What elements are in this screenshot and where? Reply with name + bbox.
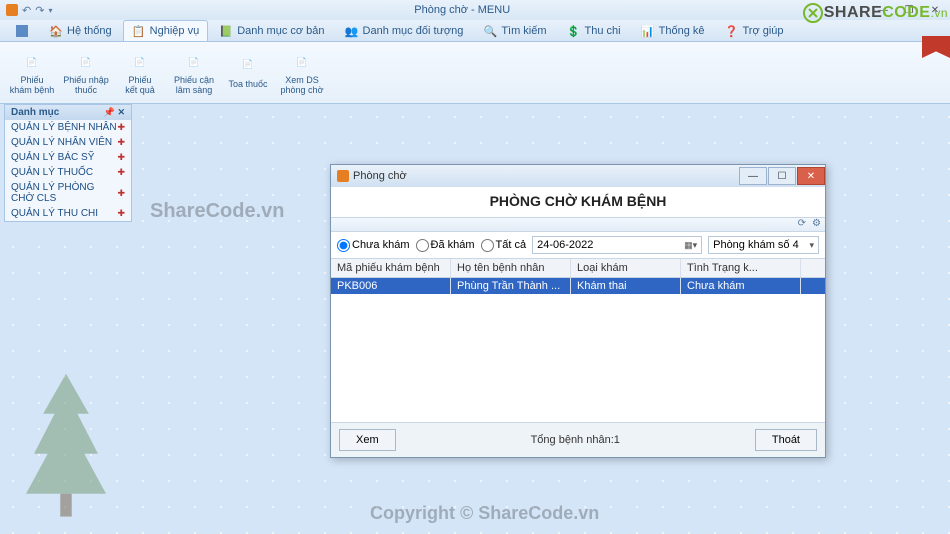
result-icon: 📄 <box>126 50 154 74</box>
side-thu-chi[interactable]: QUẢN LÝ THU CHI✚ <box>5 206 131 221</box>
window-title: Phòng chờ - MENU <box>52 4 872 16</box>
xem-button[interactable]: Xem <box>339 429 396 451</box>
side-nhan-vien[interactable]: QUẢN LÝ NHÂN VIÊN✚ <box>5 135 131 150</box>
chart-icon: 📊 <box>641 24 655 38</box>
pill-form-icon: 📄 <box>72 50 100 74</box>
dialog-filters: Chưa khám Đã khám Tất cả 24-06-2022▦▾ Ph… <box>331 232 825 259</box>
dialog-icon <box>337 170 349 182</box>
dialog-titlebar[interactable]: Phòng chờ ― ☐ ✕ <box>331 165 825 187</box>
tab-tro-giup[interactable]: ❓Trợ giúp <box>716 20 793 41</box>
dialog-phong-cho: Phòng chờ ― ☐ ✕ PHÒNG CHỜ KHÁM BỆNH ⟳ ⚙ … <box>330 164 826 458</box>
chevron-down-icon: ▾ <box>809 240 814 251</box>
tab-danh-muc-doi-tuong[interactable]: 👥Danh mục đối tượng <box>336 20 473 41</box>
qat-undo-icon[interactable]: ↶ <box>22 4 31 17</box>
app-icon <box>6 4 18 16</box>
ribbon-body: 📄Phiếukhám bệnh 📄Phiếu nhậpthuốc 📄Phiếuk… <box>0 42 950 104</box>
side-bac-sy[interactable]: QUẢN LÝ BÁC SỸ✚ <box>5 150 131 165</box>
clipboard-icon: 📋 <box>132 24 146 38</box>
tab-he-thong[interactable]: 🏠Hệ thống <box>40 20 121 41</box>
btn-phieu-nhap-thuoc[interactable]: 📄Phiếu nhậpthuốc <box>60 46 112 99</box>
dialog-toolbar: ⟳ ⚙ <box>331 218 825 232</box>
medical-icon: ✚ <box>117 137 125 148</box>
home-icon: 🏠 <box>49 24 63 38</box>
medical-icon: ✚ <box>117 208 125 219</box>
medical-icon: ✚ <box>117 122 125 133</box>
dialog-title: Phòng chờ <box>353 170 407 182</box>
date-picker[interactable]: 24-06-2022▦▾ <box>532 236 702 254</box>
col-ho-ten[interactable]: Họ tên bệnh nhân <box>451 259 571 277</box>
tab-thu-chi[interactable]: 💲Thu chi <box>558 20 630 41</box>
total-label: Tổng bệnh nhân:1 <box>396 434 755 446</box>
book-icon: 📗 <box>219 24 233 38</box>
recycle-icon <box>802 2 824 24</box>
tab-thong-ke[interactable]: 📊Thống kê <box>632 20 714 41</box>
btn-phieu-ket-qua[interactable]: 📄Phiếukết quả <box>114 46 166 99</box>
watermark: ShareCode.vn <box>150 200 284 223</box>
sharecode-logo: SHARECODE.vn <box>802 2 948 24</box>
calendar-icon: ▦▾ <box>684 240 697 251</box>
radio-chua-kham[interactable]: Chưa khám <box>337 239 410 252</box>
tab-nghiep-vu[interactable]: 📋Nghiệp vụ <box>123 20 209 41</box>
radio-tat-ca[interactable]: Tất cả <box>481 239 527 252</box>
sidebar-title: Danh mục 📌 ✕ <box>5 105 131 120</box>
btn-phieu-can-lam-sang[interactable]: 📄Phiếu cậnlâm sàng <box>168 46 220 99</box>
form-icon: 📄 <box>18 50 46 74</box>
settings-icon[interactable]: ⚙ <box>812 218 821 229</box>
tree-decoration <box>6 368 126 528</box>
qat-redo-icon[interactable]: ↷ <box>35 4 44 17</box>
refresh-icon[interactable]: ⟳ <box>798 218 806 229</box>
radio-da-kham[interactable]: Đã khám <box>416 239 475 252</box>
rx-icon: 📄 <box>234 50 262 78</box>
side-benh-nhan[interactable]: QUẢN LÝ BỆNH NHÂN✚ <box>5 120 131 135</box>
medical-icon: ✚ <box>117 167 125 178</box>
dialog-close-button[interactable]: ✕ <box>797 167 825 185</box>
lab-icon: 📄 <box>180 50 208 74</box>
tab-tim-kiem[interactable]: 🔍Tìm kiếm <box>474 20 555 41</box>
search-icon: 🔍 <box>483 24 497 38</box>
watermark-copyright: Copyright © ShareCode.vn <box>370 503 599 524</box>
dialog-footer: Xem Tổng bệnh nhân:1 Thoát <box>331 422 825 457</box>
col-loai-kham[interactable]: Loại khám <box>571 259 681 277</box>
sidebar: Danh mục 📌 ✕ QUẢN LÝ BỆNH NHÂN✚ QUẢN LÝ … <box>4 104 132 222</box>
table-row[interactable]: PKB006 Phùng Trần Thành ... Khám thai Ch… <box>331 278 825 294</box>
dialog-minimize-button[interactable]: ― <box>739 167 767 185</box>
medical-icon: ✚ <box>117 152 125 163</box>
dialog-maximize-button[interactable]: ☐ <box>768 167 796 185</box>
medical-icon: ✚ <box>117 188 125 199</box>
col-tinh-trang[interactable]: Tình Trạng k... <box>681 259 801 277</box>
side-thuoc[interactable]: QUẢN LÝ THUỐC✚ <box>5 165 131 180</box>
file-icon <box>15 24 29 38</box>
money-icon: 💲 <box>567 24 581 38</box>
users-icon: 👥 <box>345 24 359 38</box>
col-ma-phieu[interactable]: Mã phiếu khám bệnh <box>331 259 451 277</box>
btn-xem-ds-phong-cho[interactable]: 📄Xem DSphòng chờ <box>276 46 328 99</box>
room-dropdown[interactable]: Phòng khám số 4▾ <box>708 236 819 254</box>
thoat-button[interactable]: Thoát <box>755 429 817 451</box>
workspace: Danh mục 📌 ✕ QUẢN LÝ BỆNH NHÂN✚ QUẢN LÝ … <box>0 104 950 534</box>
dialog-heading: PHÒNG CHỜ KHÁM BỆNH <box>331 187 825 218</box>
grid-header: Mã phiếu khám bệnh Họ tên bệnh nhân Loại… <box>331 259 825 278</box>
btn-phieu-kham-benh[interactable]: 📄Phiếukhám bệnh <box>6 46 58 99</box>
side-phong-cho-cls[interactable]: QUẢN LÝ PHÒNG CHỜ CLS✚ <box>5 180 131 206</box>
file-tab[interactable] <box>6 20 38 41</box>
btn-toa-thuoc[interactable]: 📄Toa thuốc <box>222 46 274 99</box>
help-icon: ❓ <box>725 24 739 38</box>
sidebar-pin-icon[interactable]: 📌 ✕ <box>104 107 125 118</box>
data-grid[interactable]: Mã phiếu khám bệnh Họ tên bệnh nhân Loại… <box>331 259 825 422</box>
list-icon: 📄 <box>288 50 316 74</box>
tab-danh-muc-co-ban[interactable]: 📗Danh mục cơ bản <box>210 20 333 41</box>
